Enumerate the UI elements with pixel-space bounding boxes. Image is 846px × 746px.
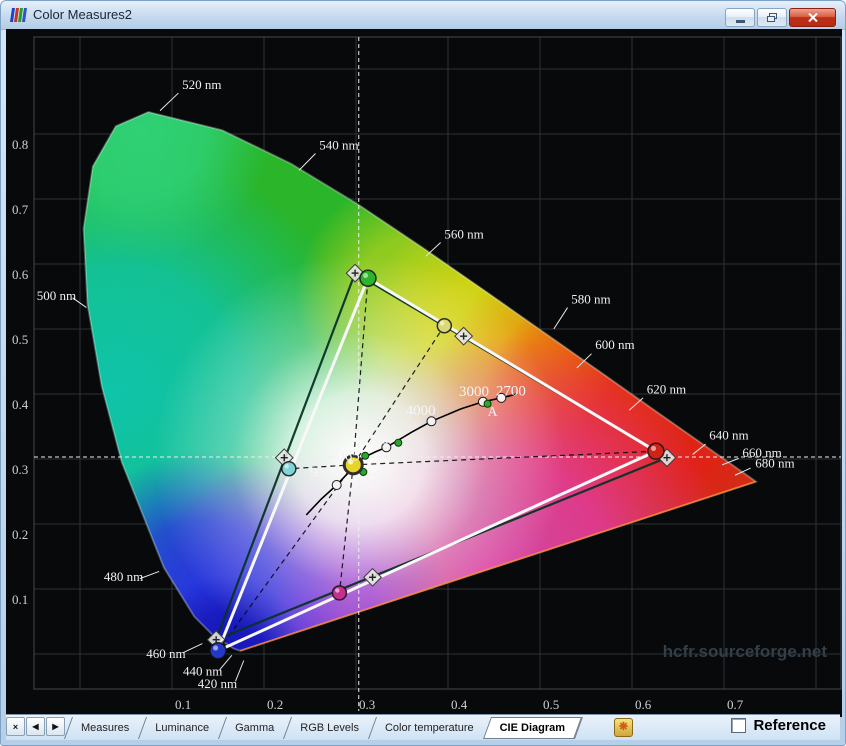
svg-text:A: A (488, 405, 499, 420)
close-button[interactable] (789, 8, 836, 27)
svg-text:0.3: 0.3 (12, 462, 28, 477)
marker-measured-yellow (436, 318, 453, 334)
tab-next-button[interactable]: ▶ (46, 717, 65, 736)
svg-text:2700: 2700 (496, 383, 526, 399)
svg-text:0.4: 0.4 (451, 697, 468, 712)
tab-bar: × ◀ ▶ Measures Luminance Gamma RGB Levels Co… (6, 714, 840, 740)
minimize-button[interactable] (725, 8, 755, 27)
hcfr-app-icon (10, 7, 27, 23)
svg-text:680 nm: 680 nm (755, 455, 794, 470)
tab-strip-end (578, 717, 579, 739)
title-bar[interactable]: Color Measures2 (1, 1, 845, 30)
tab-prev-button[interactable]: ◀ (26, 717, 45, 736)
tab-nav: × ◀ ▶ (6, 717, 65, 736)
tab-measures[interactable]: Measures (68, 717, 142, 739)
svg-text:560 nm: 560 nm (444, 227, 483, 242)
tab-label: Color temperature (384, 722, 474, 734)
marker-measured-magenta (331, 585, 348, 601)
tab-gamma[interactable]: Gamma (222, 717, 287, 739)
tab-rgb-levels[interactable]: RGB Levels (287, 717, 372, 739)
svg-text:0.2: 0.2 (12, 527, 28, 542)
tab-close-button[interactable]: × (6, 717, 25, 736)
marker-measured-cyan (281, 461, 297, 477)
svg-text:C: C (366, 471, 375, 486)
svg-text:620 nm: 620 nm (647, 381, 686, 396)
svg-text:0.7: 0.7 (12, 202, 29, 217)
svg-text:0.6: 0.6 (12, 267, 29, 282)
white-point-label: D65 (334, 448, 360, 464)
marker-measured-red (647, 442, 665, 460)
tab-cie-diagram[interactable]: CIE Diagram (487, 717, 578, 739)
svg-text:0.5: 0.5 (543, 697, 559, 712)
svg-text:3000: 3000 (459, 384, 489, 400)
tab-label: Luminance (155, 722, 210, 734)
svg-text:0.6: 0.6 (635, 697, 652, 712)
restore-button[interactable] (757, 8, 787, 27)
tab-label: Gamma (235, 722, 275, 734)
svg-text:460 nm: 460 nm (146, 646, 185, 661)
tab-label: Measures (81, 722, 130, 734)
svg-text:0.8: 0.8 (12, 137, 28, 152)
restore-icon (767, 13, 777, 22)
tab-label: CIE Diagram (499, 722, 566, 734)
svg-text:B: B (402, 444, 411, 459)
close-icon (807, 13, 818, 22)
svg-text:500 nm: 500 nm (37, 288, 76, 303)
svg-text:420 nm: 420 nm (198, 676, 237, 691)
cie-diagram-svg: 0.1 0.2 0.3 0.4 0.5 0.6 0.7 0.1 0.2 0.3 0.4 0.5 0.6 0… (6, 29, 842, 717)
tab-label: RGB Levels (300, 722, 359, 734)
cie-diagram-canvas: 0.1 0.2 0.3 0.4 0.5 0.6 0.7 0.1 0.2 0.3 0.4 0.5 0.6 0… (6, 29, 842, 717)
reference-checkbox-box[interactable] (731, 718, 747, 733)
tab-luminance[interactable]: Luminance (142, 717, 222, 739)
svg-text:0.5: 0.5 (12, 332, 28, 347)
app-window: Color Measures2 0.1 0.2 0.3 0.4 0.5 0.6 0.7 0.1… (0, 0, 846, 746)
svg-text:9300: 9300 (310, 465, 340, 481)
tab-strip: Measures Luminance Gamma RGB Levels Color te… (68, 717, 579, 739)
svg-text:0.3: 0.3 (359, 697, 375, 712)
svg-text:580 nm: 580 nm (571, 292, 610, 307)
svg-text:0.1: 0.1 (12, 592, 28, 607)
svg-text:0.4: 0.4 (12, 397, 29, 412)
svg-text:4000: 4000 (406, 403, 436, 419)
marker-measured-blue (209, 642, 227, 660)
pattern-generator-icon: ❋ (614, 718, 633, 737)
reference-checkbox[interactable]: Reference (731, 717, 826, 734)
svg-text:540 nm: 540 nm (319, 138, 358, 153)
minimize-icon (735, 19, 745, 23)
svg-text:0.1: 0.1 (175, 697, 191, 712)
marker-measured-green (359, 269, 377, 288)
svg-text:600 nm: 600 nm (595, 337, 634, 352)
reference-checkbox-label: Reference (753, 717, 826, 734)
svg-text:640 nm: 640 nm (709, 428, 748, 443)
svg-text:480 nm: 480 nm (104, 569, 143, 584)
window-title: Color Measures2 (33, 7, 132, 22)
watermark: hcfr.sourceforge.net (663, 642, 828, 661)
svg-text:0.2: 0.2 (267, 697, 283, 712)
svg-text:520 nm: 520 nm (182, 77, 221, 92)
svg-text:0.7: 0.7 (727, 697, 744, 712)
svg-text:5500: 5500 (359, 432, 389, 448)
tab-color-temperature[interactable]: Color temperature (372, 717, 487, 739)
